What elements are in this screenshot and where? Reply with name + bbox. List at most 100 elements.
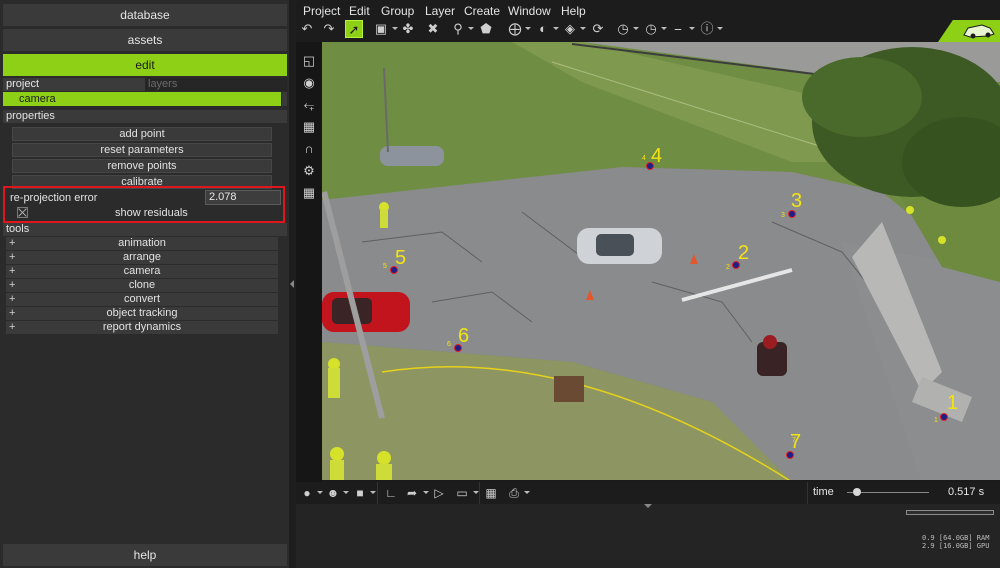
tool-object-tracking[interactable]: + object tracking (6, 307, 278, 320)
dropdown-arrow-icon[interactable] (423, 491, 429, 494)
sphere-view-icon[interactable]: ● (298, 484, 316, 502)
tool-label: animation (118, 237, 166, 249)
dropdown-arrow-icon[interactable] (580, 27, 586, 30)
reset-parameters-button[interactable]: reset parameters (12, 143, 272, 157)
calculator-icon[interactable]: ▦ (482, 484, 500, 502)
edit-button[interactable]: edit (3, 54, 287, 76)
graph-icon[interactable]: ∟ (382, 484, 400, 502)
square-icon[interactable]: ■ (351, 484, 369, 502)
printer-icon[interactable]: ⎙ (505, 484, 523, 502)
marker-sublabel-1: 1 (934, 417, 938, 424)
dropdown-arrow-icon[interactable] (525, 27, 531, 30)
remove-points-button[interactable]: remove points (12, 159, 272, 173)
dropdown-arrow-icon[interactable] (524, 491, 530, 494)
polygon-icon[interactable]: ⬟ (477, 20, 495, 38)
gauge-icon[interactable]: ◷ (642, 20, 660, 38)
time-value: 0.517 s (948, 486, 985, 498)
tool-label: arrange (123, 251, 161, 263)
record-stop-icon[interactable]: ▭ (453, 484, 471, 502)
database-button[interactable]: database (3, 4, 287, 26)
camera-viewport[interactable]: 1 1 2 2 3 3 4 4 5 5 6 6 7 7 (322, 42, 1000, 482)
tool-arrange[interactable]: + arrange (6, 251, 278, 264)
tab-layers[interactable]: layers (145, 78, 287, 91)
move-icon[interactable]: ⨁ (506, 20, 524, 38)
tool-label: object tracking (106, 307, 178, 319)
frame-icon[interactable]: ▣ (372, 20, 390, 38)
dropdown-arrow-icon[interactable] (468, 27, 474, 30)
axis-icon[interactable]: ⥆ (300, 96, 318, 114)
dropdown-arrow-icon[interactable] (661, 27, 667, 30)
expand-icon: + (9, 321, 16, 333)
lasso-icon[interactable]: ➦ (403, 484, 421, 502)
tools-header: tools (3, 223, 287, 236)
add-point-button[interactable]: add point (12, 127, 272, 141)
menu-create[interactable]: Create (464, 4, 500, 18)
undo-icon[interactable]: ↶ (298, 20, 316, 38)
menu-layer[interactable]: Layer (425, 4, 455, 18)
help-button[interactable]: help (3, 544, 287, 566)
marker-label-4: 4 (651, 145, 663, 167)
reprojection-error-field[interactable]: 2.078 (205, 190, 281, 205)
marker-sublabel-3: 3 (781, 212, 785, 219)
menu-help[interactable]: Help (561, 4, 586, 18)
camera-view-icon[interactable]: ◱ (300, 52, 318, 70)
gauge-icon[interactable]: ◷ (614, 20, 632, 38)
target-icon[interactable]: ◉ (300, 74, 318, 92)
delete-icon[interactable]: ✖ (424, 20, 442, 38)
dropdown-arrow-icon[interactable] (317, 491, 323, 494)
search-icon[interactable]: ⚲ (449, 20, 467, 38)
assets-button[interactable]: assets (3, 29, 287, 51)
filmstrip-icon[interactable]: ▦ (300, 118, 318, 136)
menu-window[interactable]: Window (508, 4, 551, 18)
reprojection-highlight-box: re-projection error 2.078 show residuals (3, 186, 285, 223)
play-icon[interactable]: ▷ (430, 484, 448, 502)
aerial-scene-image (322, 42, 1000, 482)
tool-clone[interactable]: + clone (6, 279, 278, 292)
gears-icon[interactable]: ⚙ (300, 162, 318, 180)
show-residuals-label: show residuals (115, 207, 188, 219)
tool-report-dynamics[interactable]: + report dynamics (6, 321, 278, 334)
collapse-arrow-icon[interactable] (290, 280, 294, 288)
expand-icon: + (9, 279, 16, 291)
dropdown-arrow-icon[interactable] (343, 491, 349, 494)
time-slider-thumb[interactable] (853, 488, 861, 496)
tab-project[interactable]: project (3, 78, 145, 91)
head-icon[interactable]: ☻ (324, 484, 342, 502)
dropdown-arrow-icon[interactable] (633, 27, 639, 30)
menu-edit[interactable]: Edit (349, 4, 370, 18)
dropdown-arrow-icon[interactable] (392, 27, 398, 30)
tree-item-camera[interactable]: camera (3, 92, 281, 106)
side-toolbar: ◱ ◉ ⥆ ▦ ∩ ⚙ ▦ (296, 42, 322, 482)
tool-animation[interactable]: + animation (6, 237, 278, 250)
marker-label-2: 2 (738, 242, 750, 264)
expand-icon: + (9, 237, 16, 249)
expand-arrow-icon[interactable] (644, 504, 652, 508)
magnet-icon[interactable]: ∩ (300, 140, 318, 158)
redo-icon[interactable]: ↷ (320, 20, 338, 38)
grid-icon[interactable]: ▦ (300, 184, 318, 202)
marker-label-1: 1 (947, 392, 959, 414)
help-circle-icon[interactable]: ⓘ (698, 20, 716, 38)
status-area: 0.9 [64.0GB] RAM 2.9 [16.0GB] GPU (296, 504, 1000, 568)
rotate-icon[interactable]: ⟳ (589, 20, 607, 38)
tool-camera[interactable]: + camera (6, 265, 278, 278)
left-panel: database assets edit project layers came… (0, 0, 289, 568)
app-logo (938, 20, 1000, 42)
plane-tool-icon[interactable]: ◈ (561, 20, 579, 38)
tool-convert[interactable]: + convert (6, 293, 278, 306)
tree-scrollbar[interactable] (282, 92, 287, 106)
measure-icon[interactable]: ⎯ (669, 20, 687, 38)
select-arrow-icon[interactable]: ➚ (345, 20, 363, 38)
dropdown-arrow-icon[interactable] (689, 27, 695, 30)
dropdown-arrow-icon[interactable] (370, 491, 376, 494)
sphere-tool-icon[interactable]: ◐ (534, 20, 552, 38)
menu-project[interactable]: Project (303, 4, 340, 18)
marker-sublabel-2: 2 (726, 264, 730, 271)
car-logo-icon (963, 24, 995, 39)
show-residuals-checkbox[interactable] (17, 207, 28, 218)
dropdown-arrow-icon[interactable] (553, 27, 559, 30)
menu-group[interactable]: Group (381, 4, 414, 18)
transform-icon[interactable]: ✤ (399, 20, 417, 38)
marker-sublabel-7: 7 (792, 437, 796, 444)
dropdown-arrow-icon[interactable] (717, 27, 723, 30)
